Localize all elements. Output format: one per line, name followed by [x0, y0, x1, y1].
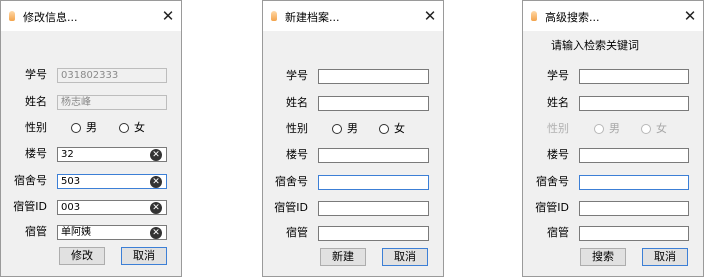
gender-label: 性别	[547, 122, 569, 135]
app-icon	[9, 11, 15, 21]
room-label: 宿舍号	[14, 174, 47, 187]
new-dialog: 新建档案... ✕ 学号 姓名 性别 男 女 楼号 宿舍号 宿管ID 宿管 新建…	[262, 0, 444, 277]
building-label: 楼号	[25, 147, 47, 160]
gender-male-label: 男	[86, 121, 97, 134]
gender-female-label: 女	[656, 122, 667, 135]
building-label: 楼号	[547, 148, 569, 161]
search-dialog-titlebar: 高级搜索... ✕	[523, 1, 703, 31]
submit-button[interactable]: 修改	[59, 247, 105, 265]
gender-male-label: 男	[609, 122, 620, 135]
student-id-field[interactable]	[318, 69, 429, 84]
room-label: 宿舍号	[275, 175, 308, 188]
gender-male-radio[interactable]	[71, 123, 81, 133]
gender-label: 性别	[25, 121, 47, 134]
manager-field[interactable]	[318, 226, 429, 241]
clear-room-icon[interactable]: ✕	[150, 176, 162, 188]
name-field[interactable]: 杨志峰	[57, 95, 167, 110]
student-id-label: 学号	[547, 69, 569, 82]
building-field[interactable]	[579, 148, 689, 163]
clear-manager-id-icon[interactable]: ✕	[150, 202, 162, 214]
create-button[interactable]: 新建	[320, 248, 366, 266]
edit-dialog-title: 修改信息...	[23, 11, 78, 24]
search-hint: 请输入检索关键词	[551, 39, 639, 52]
close-icon[interactable]: ✕	[420, 6, 440, 26]
manager-id-label: 宿管ID	[535, 201, 569, 214]
gender-female-radio[interactable]	[641, 124, 651, 134]
cancel-button[interactable]: 取消	[121, 247, 167, 265]
edit-dialog: 修改信息... ✕ 学号 031802333 姓名 杨志峰 性别 男 女 楼号 …	[0, 0, 182, 277]
cancel-button[interactable]: 取消	[642, 248, 688, 266]
manager-id-label: 宿管ID	[13, 200, 47, 213]
search-button[interactable]: 搜索	[580, 248, 626, 266]
student-id-field[interactable]	[579, 69, 689, 84]
gender-male-label: 男	[347, 122, 358, 135]
edit-dialog-titlebar: 修改信息... ✕	[1, 1, 181, 31]
room-field[interactable]	[579, 175, 689, 190]
manager-id-field[interactable]	[318, 201, 429, 216]
gender-female-radio[interactable]	[379, 124, 389, 134]
room-field[interactable]	[318, 175, 429, 190]
manager-id-label: 宿管ID	[274, 201, 308, 214]
clear-manager-icon[interactable]: ✕	[150, 227, 162, 239]
manager-id-field[interactable]	[579, 201, 689, 216]
search-dialog: 高级搜索... ✕ 请输入检索关键词 学号 姓名 性别 男 女 楼号 宿舍号 宿…	[522, 0, 704, 277]
gender-male-radio[interactable]	[594, 124, 604, 134]
student-id-label: 学号	[286, 69, 308, 82]
gender-label: 性别	[286, 122, 308, 135]
name-label: 姓名	[547, 96, 569, 109]
manager-label: 宿管	[547, 226, 569, 239]
student-id-field[interactable]: 031802333	[57, 68, 167, 83]
close-icon[interactable]: ✕	[158, 6, 178, 26]
manager-label: 宿管	[286, 226, 308, 239]
name-label: 姓名	[25, 95, 47, 108]
gender-female-label: 女	[394, 122, 405, 135]
gender-female-label: 女	[134, 121, 145, 134]
manager-field[interactable]	[579, 226, 689, 241]
close-icon[interactable]: ✕	[680, 6, 700, 26]
app-icon	[271, 11, 277, 21]
new-dialog-titlebar: 新建档案... ✕	[263, 1, 443, 31]
new-dialog-title: 新建档案...	[285, 11, 340, 24]
student-id-label: 学号	[25, 68, 47, 81]
room-label: 宿舍号	[536, 175, 569, 188]
clear-building-icon[interactable]: ✕	[150, 149, 162, 161]
manager-label: 宿管	[25, 225, 47, 238]
name-field[interactable]	[318, 96, 429, 111]
gender-female-radio[interactable]	[119, 123, 129, 133]
cancel-button[interactable]: 取消	[382, 248, 428, 266]
search-dialog-title: 高级搜索...	[545, 11, 600, 24]
building-field[interactable]	[318, 148, 429, 163]
gender-male-radio[interactable]	[332, 124, 342, 134]
name-label: 姓名	[286, 96, 308, 109]
name-field[interactable]	[579, 96, 689, 111]
building-label: 楼号	[286, 148, 308, 161]
app-icon	[531, 11, 537, 21]
